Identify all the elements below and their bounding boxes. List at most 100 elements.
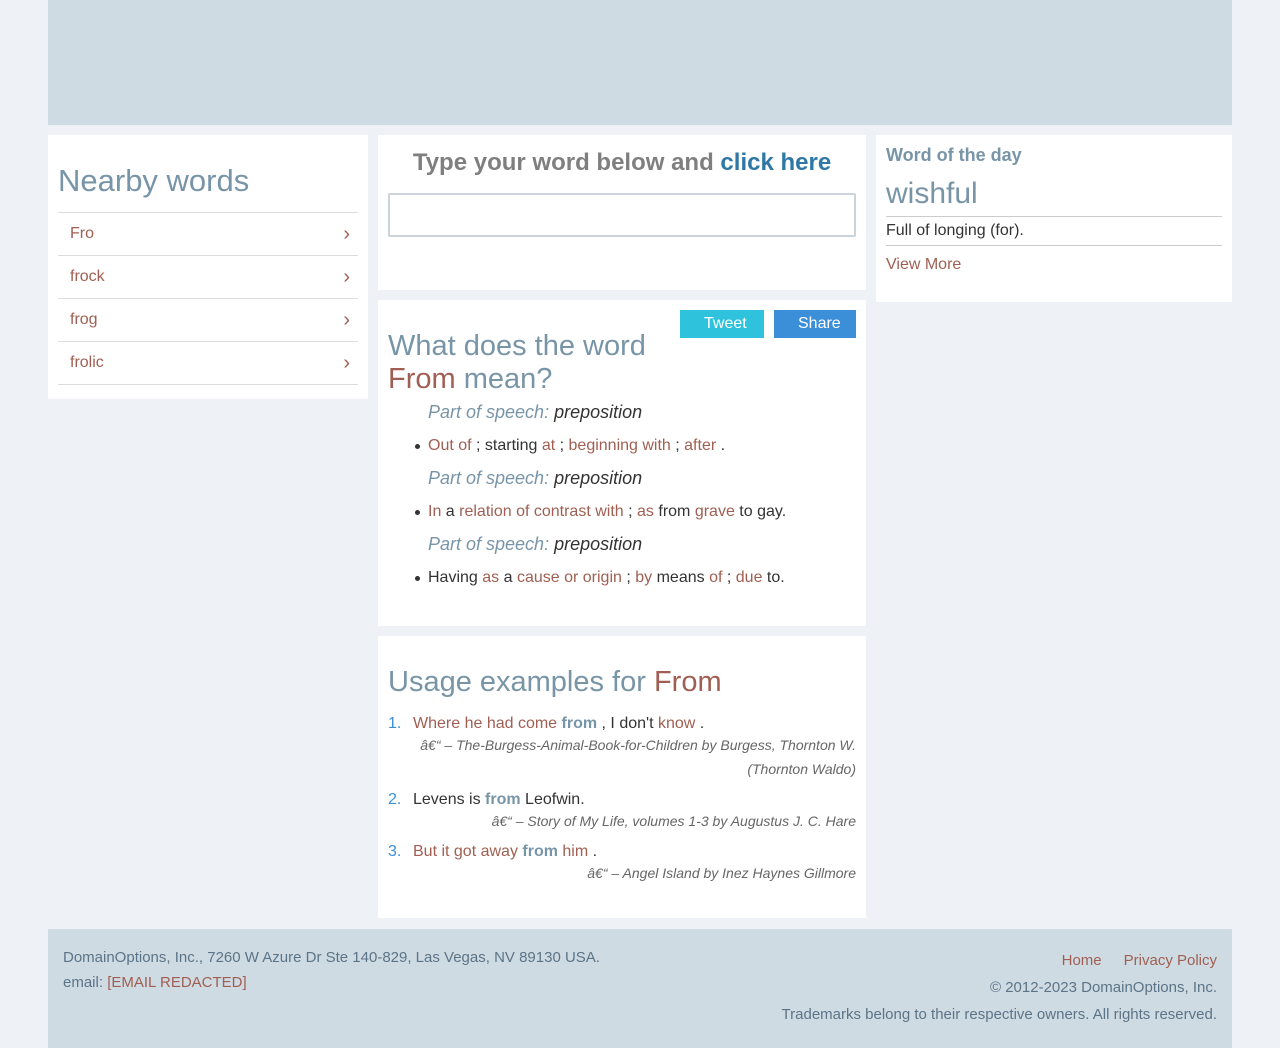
click-here-link[interactable]: click here [720,149,831,176]
footer-links: Home Privacy Policy [782,947,1217,974]
example-sentence: But it got away from him . [413,843,856,861]
nearby-word-item[interactable]: Fro › [58,213,358,256]
nearby-words-panel: Nearby words Fro › frock › frog › frolic › [48,135,368,399]
example-number: 1. [388,715,402,732]
share-button[interactable]: Share [774,310,856,338]
pos-value: preposition [554,468,643,488]
privacy-policy-link[interactable]: Privacy Policy [1124,952,1217,969]
example-link[interactable]: Where he had come [413,715,562,732]
sense-link[interactable]: due [736,569,763,586]
chevron-right-icon: › [343,222,350,245]
copyright: © 2012-2023 DomainOptions, Inc. [989,979,1217,996]
example-keyword: from [522,843,558,860]
example-link[interactable]: But it got away [413,843,522,860]
search-prompt-text: Type your word below and [412,149,721,176]
nearby-word-label[interactable]: frolic [70,354,104,372]
trademarks: Trademarks belong to their respective ow… [781,1006,1217,1023]
example-text: Leofwin. [520,791,585,808]
sense-text: means [652,569,710,586]
usage-heading-prefix: Usage examples for [388,666,654,698]
email-label: email: [63,974,108,991]
sense-text: ; [670,437,685,454]
sense-link[interactable]: In [428,503,441,520]
example-source: â€“ – Story of My Life, volumes 1-3 by A… [491,813,856,829]
home-link[interactable]: Home [1062,952,1102,969]
sense-link[interactable]: at [542,437,555,454]
sense-link[interactable]: as [482,569,499,586]
sense-link[interactable]: beginning with [569,437,671,454]
nearby-word-item[interactable]: frolic › [58,342,358,385]
heading-suffix: mean? [455,363,553,395]
sense-text: ; [621,569,636,586]
nearby-word-item[interactable]: frock › [58,256,358,299]
sense-link[interactable]: Out of [428,437,472,454]
view-more-link[interactable]: View More [886,256,1222,274]
example-link[interactable]: him [558,843,588,860]
ad-banner [48,0,1232,125]
example-link[interactable]: know [658,715,695,732]
sense-link[interactable]: cause or origin [517,569,622,586]
sense-link[interactable]: of [709,569,722,586]
example-text: , I don't [597,715,658,732]
sense-link[interactable]: by [635,569,652,586]
chevron-right-icon: › [343,308,350,331]
definition-sense: In a relation of contrast with ; as from… [415,495,856,528]
nearby-words-list: Fro › frock › frog › frolic › [58,212,358,385]
search-panel: Type your word below and click here [378,135,866,290]
nearby-word-label[interactable]: frog [70,311,98,329]
definition-heading: What does the word From mean? [388,330,856,396]
sense-link[interactable]: grave [695,503,735,520]
nearby-word-item[interactable]: frog › [58,299,358,342]
senses-list: Part of speech: preposition Out of ; star… [388,396,856,594]
sense-text: ; [722,569,736,586]
search-prompt: Type your word below and click here [388,149,856,177]
sense-text: a [441,503,460,520]
example-text: . [695,715,705,732]
footer-right: Home Privacy Policy © 2012-2023 DomainOpt… [782,947,1217,1028]
example-source: â€“ – Angel Island by Inez Haynes Gillmo… [587,865,856,881]
example-sentence: Where he had come from , I don't know . [413,715,856,733]
example-text: . [588,843,598,860]
wotd-definition: Full of longing (for). [886,216,1222,246]
email-link[interactable]: [EMAIL REDACTED] [107,974,246,991]
definition-sense: Having as a cause or origin ; by means o… [415,561,856,594]
sense-text: Having [428,569,483,586]
footer: DomainOptions, Inc., 7260 W Azure Dr Ste… [48,929,1232,1048]
sense-text: ; [623,503,638,520]
example-keyword: from [561,715,598,732]
word-of-the-day-panel: Word of the day wishful Full of longing … [876,135,1232,302]
footer-email-line: email: [EMAIL REDACTED] [63,970,600,995]
sense-link[interactable]: relation of contrast with [459,503,624,520]
nearby-word-label[interactable]: Fro [70,225,94,243]
nearby-word-label[interactable]: frock [70,268,105,286]
example-sentence: Levens is from Leofwin. [413,791,856,809]
definition-panel: Tweet Share What does the word From mean… [378,300,866,626]
sense-text: to gay. [734,503,787,520]
sense-text: ; [555,437,569,454]
sense-link[interactable]: as [637,503,654,520]
usage-heading: Usage examples for From [388,666,856,699]
wotd-title: Word of the day [886,145,1022,165]
pos-value: preposition [554,402,643,422]
heading-prefix: What does the word [388,330,646,362]
sense-text: from [653,503,695,520]
pos-label: Part of speech: [428,534,550,554]
definition-sense: Out of ; starting at ; beginning with ; … [415,429,856,462]
share-buttons: Tweet Share [680,310,856,338]
pos-label: Part of speech: [428,402,550,422]
usage-example: 2. Levens is from Leofwin. â€“ – Story of … [388,791,856,833]
tweet-button[interactable]: Tweet [680,310,764,338]
sense-link[interactable]: after [684,437,716,454]
pos-label: Part of speech: [428,468,550,488]
usage-example: 3. But it got away from him . â€“ – Angel … [388,843,856,885]
wotd-word: wishful [886,177,978,210]
part-of-speech: Part of speech: preposition [428,528,856,561]
footer-contact: DomainOptions, Inc., 7260 W Azure Dr Ste… [63,945,600,995]
defined-word: From [388,363,456,395]
sense-text: to. [762,569,785,586]
word-search-input[interactable] [388,193,856,237]
usage-panel: Usage examples for From 1. Where he had c… [378,636,866,918]
chevron-right-icon: › [343,351,350,374]
example-number: 3. [388,843,402,860]
example-keyword: from [485,791,521,808]
